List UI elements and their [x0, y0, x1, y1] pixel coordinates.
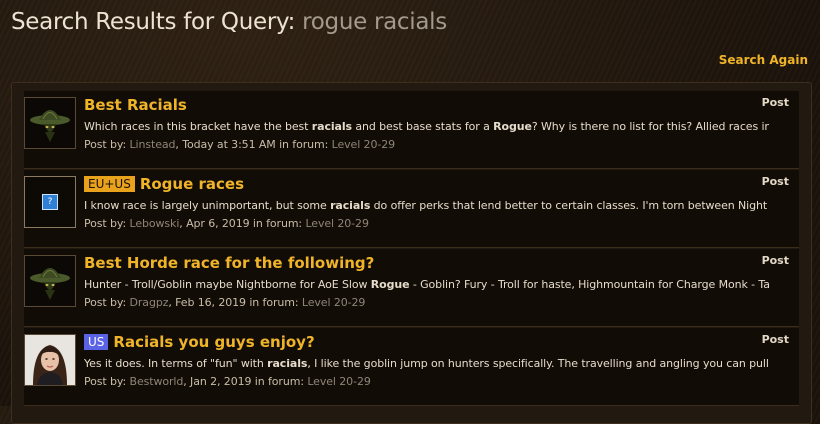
result-snippet: Hunter - Troll/Goblin maybe Nightborne f… [84, 278, 769, 291]
page-title-prefix: Search Results for Query: [11, 9, 303, 35]
result-meta: Post by: Linstead, Today at 3:51 AM in f… [84, 138, 396, 151]
user-photo-icon[interactable] [24, 334, 76, 386]
result-title-text[interactable]: Best Racials [84, 96, 187, 114]
result-title-text[interactable]: Racials you guys enjoy? [113, 333, 314, 351]
results-list: Best Racials Post Which races in this br… [24, 91, 799, 407]
result-snippet: I know race is largely unimportant, but … [84, 199, 769, 212]
result-meta: Post by: Dragpz, Feb 16, 2019 in forum: … [84, 296, 366, 309]
result-title[interactable]: US Racials you guys enjoy? [84, 333, 315, 351]
result-type-label: Post [761, 175, 789, 188]
question-icon[interactable]: ? [24, 176, 76, 228]
result-snippet: Yes it does. In terms of "fun" with raci… [84, 357, 769, 370]
result-title-text[interactable]: Best Horde race for the following? [84, 254, 374, 272]
result-type-label: Post [761, 333, 789, 346]
troll-icon[interactable] [24, 97, 76, 149]
troll-icon[interactable] [24, 255, 76, 307]
search-query: rogue racials [302, 9, 447, 35]
page-title: Search Results for Query: rogue racials [11, 9, 447, 35]
result-title[interactable]: Best Horde race for the following? [84, 254, 374, 272]
result-title-text[interactable]: Rogue races [140, 175, 244, 193]
author-link[interactable]: Dragpz [130, 296, 169, 309]
result-item: Best Horde race for the following? Post … [24, 249, 799, 327]
result-title[interactable]: Best Racials [84, 96, 187, 114]
result-type-label: Post [761, 96, 789, 109]
author-link[interactable]: Lebowski [130, 217, 180, 230]
author-link[interactable]: Linstead [130, 138, 176, 151]
forum-link[interactable]: Level 20-29 [305, 217, 369, 230]
result-title[interactable]: EU+US Rogue races [84, 175, 244, 193]
region-badge: US [84, 334, 109, 350]
result-item: US Racials you guys enjoy? Post Yes it d… [24, 328, 799, 406]
result-meta: Post by: Lebowski, Apr 6, 2019 in forum:… [84, 217, 369, 230]
question-mark-icon: ? [42, 194, 58, 210]
result-item: ? EU+US Rogue races Post I know race is … [24, 170, 799, 248]
forum-link[interactable]: Level 20-29 [302, 296, 366, 309]
region-badge: EU+US [84, 176, 135, 192]
author-link[interactable]: Bestworld [130, 375, 184, 388]
result-item: Best Racials Post Which races in this br… [24, 91, 799, 169]
search-again-link[interactable]: Search Again [719, 53, 808, 67]
forum-link[interactable]: Level 20-29 [332, 138, 396, 151]
forum-link[interactable]: Level 20-29 [307, 375, 371, 388]
results-panel: Best Racials Post Which races in this br… [11, 82, 812, 424]
result-snippet: Which races in this bracket have the bes… [84, 120, 769, 133]
result-type-label: Post [761, 254, 789, 267]
result-meta: Post by: Bestworld, Jan 2, 2019 in forum… [84, 375, 371, 388]
